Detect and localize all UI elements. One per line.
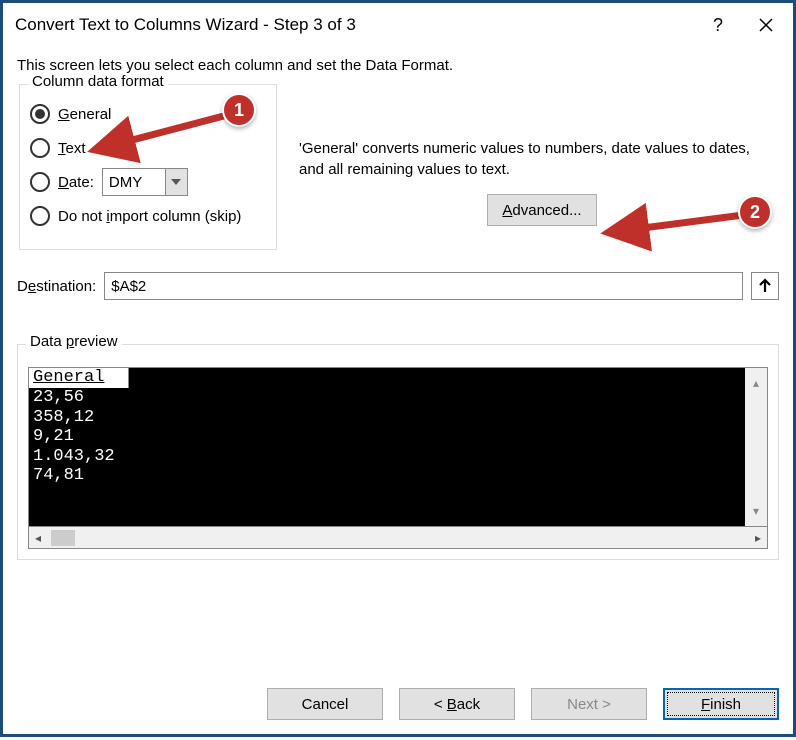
radio-text[interactable]: Text <box>30 133 266 163</box>
column-data-format-group: Column data format General Text Date: DM <box>19 84 277 250</box>
radio-general-label: General <box>58 106 111 123</box>
title-controls: ? <box>695 5 789 45</box>
radio-icon <box>30 138 50 158</box>
destination-row: Destination: <box>17 272 779 300</box>
preview-box: General 23,56 358,12 9,21 1.043,32 74,81… <box>28 367 768 527</box>
date-format-value: DMY <box>103 169 165 195</box>
radio-icon <box>30 206 50 226</box>
radio-text-label: Text <box>58 140 86 157</box>
preview-title: Data preview <box>26 333 122 350</box>
destination-label: Destination: <box>17 278 96 295</box>
scroll-down-icon: ▾ <box>753 504 759 518</box>
scroll-thumb[interactable] <box>51 530 75 546</box>
close-button[interactable] <box>743 5 789 45</box>
data-preview-group: Data preview General 23,56 358,12 9,21 1… <box>17 344 779 560</box>
preview-column[interactable]: General 23,56 358,12 9,21 1.043,32 74,81 <box>29 368 745 526</box>
content-area: This screen lets you select each column … <box>3 47 793 670</box>
wizard-dialog: Convert Text to Columns Wizard - Step 3 … <box>0 0 796 737</box>
scroll-up-icon: ▴ <box>753 376 759 390</box>
intro-text: This screen lets you select each column … <box>17 57 779 74</box>
preview-data: 23,56 358,12 9,21 1.043,32 74,81 <box>29 388 745 526</box>
date-format-combo[interactable]: DMY <box>102 168 188 196</box>
top-row: Column data format General Text Date: DM <box>17 84 779 250</box>
back-button[interactable]: < Back <box>399 688 515 720</box>
collapse-dialog-icon <box>757 278 773 294</box>
range-picker-button[interactable] <box>751 272 779 300</box>
radio-date-label: Date: <box>58 174 94 191</box>
radio-date-row: Date: DMY <box>30 167 266 197</box>
help-button[interactable]: ? <box>695 5 741 45</box>
cancel-button[interactable]: Cancel <box>267 688 383 720</box>
advanced-wrap: Advanced... <box>299 194 779 226</box>
advanced-button[interactable]: Advanced... <box>487 194 597 226</box>
radio-icon <box>30 172 50 192</box>
close-icon <box>759 18 773 32</box>
radio-skip[interactable]: Do not import column (skip) <box>30 201 266 231</box>
finish-button[interactable]: Finish <box>663 688 779 720</box>
radio-skip-label: Do not import column (skip) <box>58 208 241 225</box>
next-button: Next > <box>531 688 647 720</box>
format-description: 'General' converts numeric values to num… <box>299 138 779 180</box>
vertical-scrollbar[interactable]: ▴ ▾ <box>745 368 767 526</box>
radio-date[interactable]: Date: <box>30 172 94 192</box>
chevron-down-icon <box>165 169 187 195</box>
window-title: Convert Text to Columns Wizard - Step 3 … <box>15 15 695 35</box>
destination-input[interactable] <box>104 272 743 300</box>
radio-icon <box>30 104 50 124</box>
radio-general[interactable]: General <box>30 99 266 129</box>
format-group-title: Column data format <box>28 73 168 90</box>
preview-header: General <box>29 368 129 388</box>
format-info: 'General' converts numeric values to num… <box>299 84 779 226</box>
titlebar: Convert Text to Columns Wizard - Step 3 … <box>3 3 793 47</box>
scroll-right-icon: ▸ <box>755 531 761 545</box>
scroll-left-icon: ◂ <box>35 531 41 545</box>
horizontal-scrollbar[interactable]: ◂ ▸ <box>28 527 768 549</box>
button-bar: Cancel < Back Next > Finish <box>3 670 793 734</box>
